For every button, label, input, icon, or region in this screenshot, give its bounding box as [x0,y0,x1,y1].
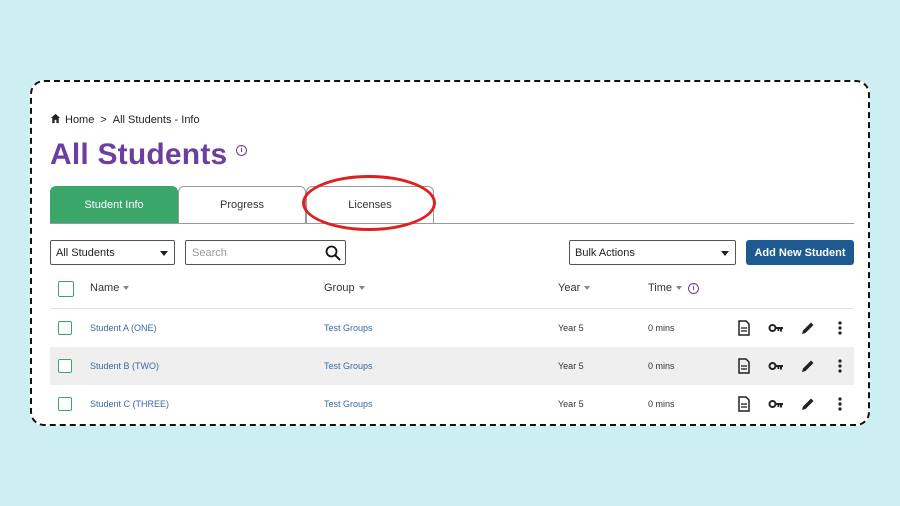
student-name-link[interactable]: Student B (TWO) [90,361,159,371]
table-row: Student A (ONE) Test Groups Year 5 0 min… [50,309,854,347]
home-icon[interactable] [50,113,61,127]
header-year[interactable]: Year [558,282,591,294]
year-cell: Year 5 [558,323,584,333]
year-cell: Year 5 [558,361,584,371]
student-name-link[interactable]: Student A (ONE) [90,323,157,333]
table-row: Student B (TWO) Test Groups Year 5 0 min… [50,347,854,385]
row-checkbox[interactable] [58,321,72,335]
tab-student-info[interactable]: Student Info [50,186,178,223]
document-icon[interactable] [736,396,752,412]
header-year-label: Year [558,282,581,294]
main-card: Home > All Students - Info All Students … [30,80,870,426]
document-icon[interactable] [736,320,752,336]
key-icon[interactable] [768,358,784,374]
breadcrumb-current: All Students - Info [112,114,200,126]
chevron-down-icon [721,251,729,256]
pencil-icon[interactable] [800,320,816,336]
breadcrumb: Home > All Students - Info [50,113,200,127]
sort-down-icon [123,286,130,290]
annotation-circle [302,175,436,231]
add-new-student-button[interactable]: Add New Student [746,240,854,265]
student-filter-select[interactable]: All Students [50,240,175,265]
more-vertical-icon[interactable] [832,358,848,374]
year-cell: Year 5 [558,399,584,409]
header-name[interactable]: Name [90,282,130,294]
header-time-label: Time [648,282,673,294]
select-all-checkbox[interactable] [58,281,74,297]
search-input[interactable]: Search [185,240,346,265]
header-group-label: Group [324,282,355,294]
group-link[interactable]: Test Groups [324,361,373,371]
table-row: Student C (THREE) Test Groups Year 5 0 m… [50,385,854,423]
group-link[interactable]: Test Groups [324,399,373,409]
student-name-link[interactable]: Student C (THREE) [90,399,169,409]
student-filter-value: All Students [56,246,115,259]
time-cell: 0 mins [648,323,675,333]
search-icon[interactable] [325,245,341,261]
more-vertical-icon[interactable] [832,396,848,412]
time-info-icon[interactable]: i [688,282,700,294]
sort-down-icon [584,286,591,290]
sort-down-icon [676,286,683,290]
time-cell: 0 mins [648,361,675,371]
tab-underline [50,223,854,224]
pencil-icon[interactable] [800,396,816,412]
document-icon[interactable] [736,358,752,374]
info-icon[interactable]: i [236,145,247,156]
search-placeholder: Search [192,246,227,259]
key-icon[interactable] [768,320,784,336]
row-checkbox[interactable] [58,359,72,373]
bulk-actions-value: Bulk Actions [575,246,635,259]
group-link[interactable]: Test Groups [324,323,373,333]
sort-down-icon [358,286,365,290]
time-cell: 0 mins [648,399,675,409]
key-icon[interactable] [768,396,784,412]
header-name-label: Name [90,282,120,294]
more-vertical-icon[interactable] [832,320,848,336]
chevron-down-icon [160,251,168,256]
header-time[interactable]: Time i [648,282,700,294]
row-checkbox[interactable] [58,397,72,411]
breadcrumb-separator: > [100,114,107,126]
tab-progress[interactable]: Progress [178,186,306,223]
page-title: All Students [50,138,228,171]
header-group[interactable]: Group [324,282,365,294]
breadcrumb-home[interactable]: Home [65,114,94,126]
bulk-actions-select[interactable]: Bulk Actions [569,240,736,265]
pencil-icon[interactable] [800,358,816,374]
